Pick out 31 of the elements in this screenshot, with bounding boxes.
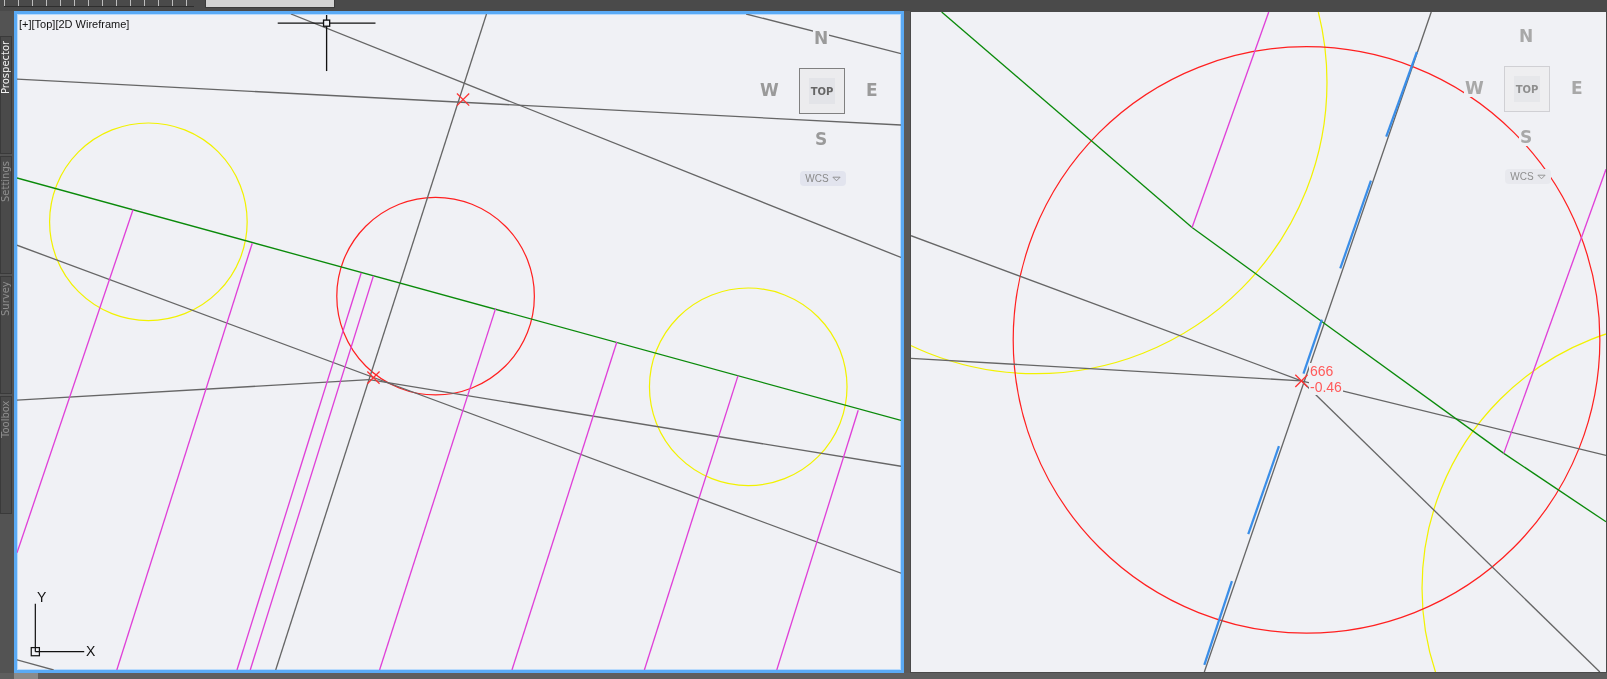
compass-letter[interactable]: W bbox=[1464, 79, 1485, 97]
viewport-controls-label[interactable]: [+][Top][2D Wireframe] bbox=[19, 18, 130, 30]
palette-tab[interactable]: Settings bbox=[0, 156, 12, 274]
axis-label: Y bbox=[37, 590, 47, 604]
ucs-axes-icon bbox=[30, 603, 85, 657]
palette-tab[interactable]: Toolbox bbox=[0, 396, 12, 514]
viewport[interactable]: [+][Top][2D Wireframe] N W TOP E S WCS Y X bbox=[14, 11, 904, 673]
coordinate-readout: 666 bbox=[1309, 363, 1335, 379]
snap-marker-icon bbox=[456, 92, 470, 107]
palette-tab[interactable]: Prospector bbox=[0, 36, 12, 154]
coordinate-readout: -0.46 bbox=[1309, 379, 1343, 395]
ucs-menu-button[interactable]: WCS bbox=[1505, 169, 1551, 184]
compass-letter[interactable]: N bbox=[1518, 27, 1535, 45]
crosshair-cursor-icon bbox=[277, 14, 377, 72]
compass-letter[interactable]: S bbox=[814, 130, 829, 148]
compass-letter[interactable]: E bbox=[1570, 79, 1584, 97]
palette-tab[interactable]: Survey bbox=[0, 276, 12, 394]
toolbar-field[interactable] bbox=[205, 0, 335, 8]
caret-icon bbox=[831, 175, 841, 182]
axis-label: X bbox=[86, 644, 96, 658]
compass-letter[interactable]: W bbox=[759, 81, 780, 99]
caret-icon bbox=[1536, 173, 1546, 180]
viewcube-face[interactable]: TOP bbox=[799, 68, 845, 114]
compass-letter[interactable]: E bbox=[865, 81, 879, 99]
snap-marker-icon bbox=[366, 370, 381, 385]
compass-letter[interactable]: N bbox=[813, 29, 830, 47]
compass-letter[interactable]: S bbox=[1519, 128, 1534, 146]
viewcube-face[interactable]: TOP bbox=[1504, 66, 1550, 112]
snap-marker-icon bbox=[1294, 374, 1309, 388]
ucs-menu-button[interactable]: WCS bbox=[800, 171, 846, 186]
viewport[interactable]: 666 -0.46 N W TOP E S WCS bbox=[910, 11, 1607, 673]
